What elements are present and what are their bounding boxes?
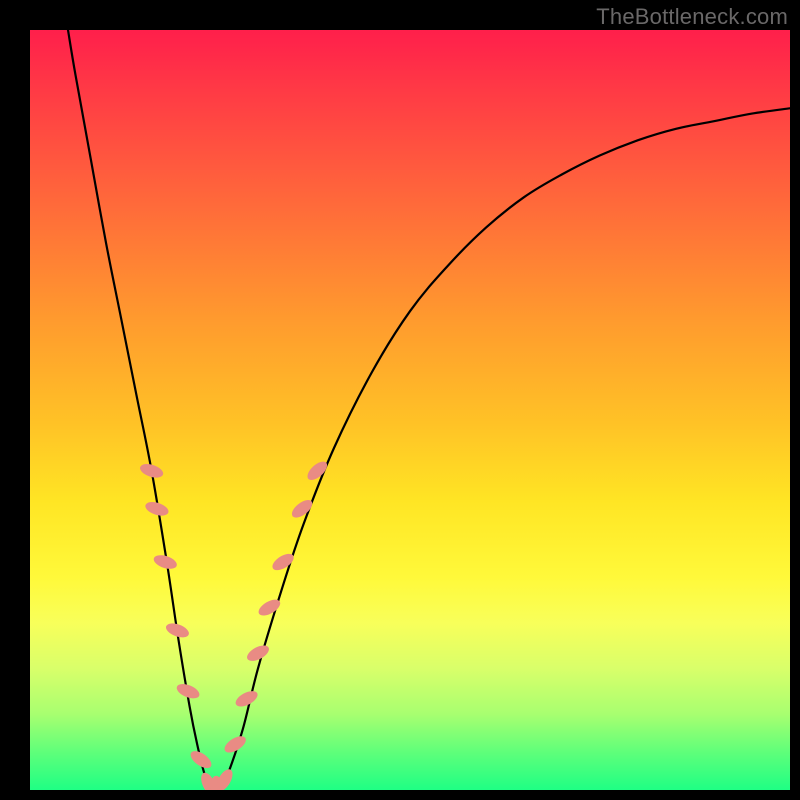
plot-area [30,30,790,790]
curve-marker [245,642,272,664]
chart-frame: TheBottleneck.com [0,0,800,800]
curve-marker [188,748,215,772]
curve-markers [138,458,330,790]
chart-svg [30,30,790,790]
curve-marker [304,458,330,483]
bottleneck-curve [68,30,790,790]
watermark-text: TheBottleneck.com [596,4,788,30]
curve-marker [233,688,260,710]
curve-marker [138,461,165,480]
curve-marker [289,497,315,521]
